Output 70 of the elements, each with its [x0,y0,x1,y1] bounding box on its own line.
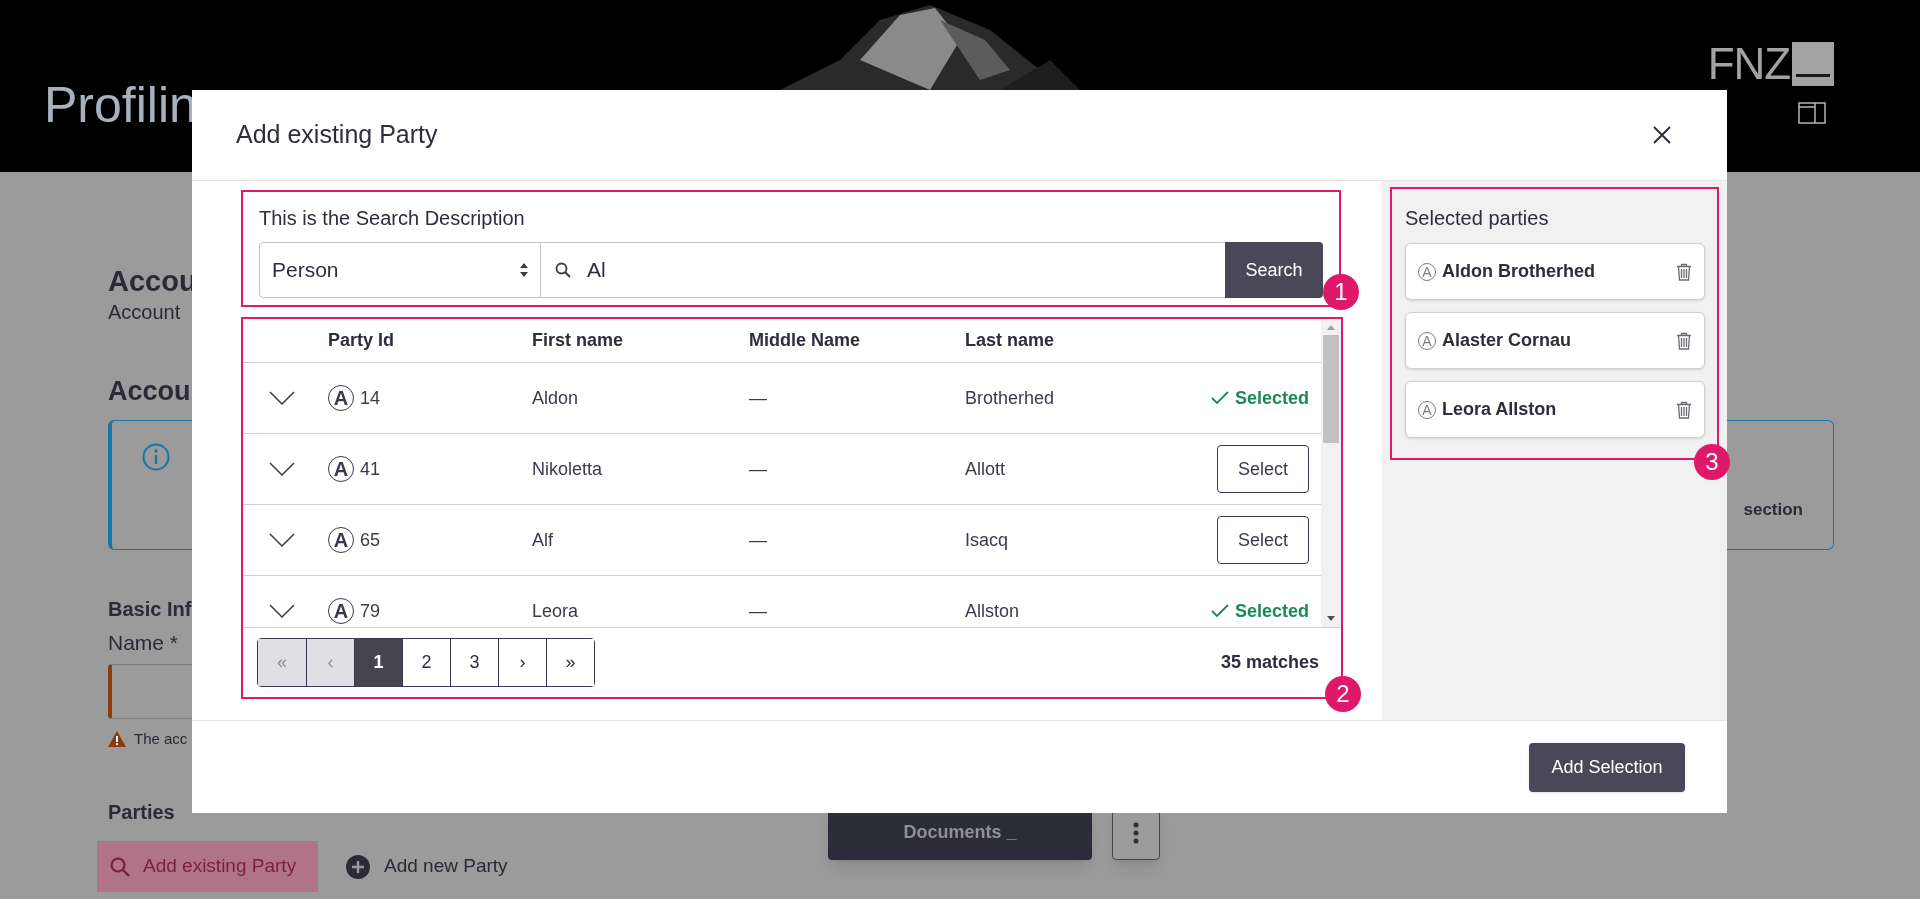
column-header: Last name [965,329,1056,352]
chevron-down-icon[interactable] [269,533,295,547]
scrollbar[interactable] [1321,319,1341,627]
callout-badge: 3 [1694,444,1730,480]
party-name: Alaster Cornau [1442,329,1572,352]
column-header: Middle Name [749,329,862,352]
panel-title: Selected parties [1405,206,1550,230]
table-cell-text: 14 [360,386,381,410]
search-icon [109,855,131,878]
page-subtitle: Account [108,300,181,325]
section-heading: Accou [108,375,191,408]
close-icon[interactable] [1653,126,1671,144]
info-text: section [1743,499,1803,521]
match-count: 35 matches [1220,651,1319,674]
selected-status: Selected [1234,386,1309,410]
panel-layout-icon[interactable] [1798,102,1826,124]
kebab-icon [1133,821,1139,844]
add-selection-button[interactable]: Add Selection [1529,742,1685,792]
table-cell-text: 65 [360,528,381,552]
table-cell-text: Nikoletta [532,457,604,481]
section-heading: Parties [108,800,175,825]
table-cell-text: — [749,528,768,552]
table-cell-text: Isacq [965,528,1010,552]
table-cell-text: 79 [360,599,381,623]
table-cell-text: Brotherhed [965,386,1056,410]
search-button[interactable]: Search [1225,242,1323,298]
chevron-down-icon[interactable] [269,462,295,476]
callout-badge: 2 [1325,676,1361,712]
selected-status: Selected [1234,599,1309,623]
table-cell-text: — [749,386,768,410]
page-button[interactable]: 1 [354,639,402,686]
page-button[interactable]: » [546,639,594,686]
chevron-down-icon[interactable] [269,391,295,405]
warning-text: The acc [134,729,188,749]
table-cell-text: Leora [532,599,580,623]
sort-arrows-icon [520,263,528,277]
party-name: Leora Allston [1442,398,1557,421]
search-description: This is the Search Description [259,206,526,230]
party-name: Aldon Brotherhed [1442,260,1595,283]
logo-mark-icon [1792,42,1834,86]
dialog-title: Add existing Party [236,119,438,151]
column-header: First name [532,329,625,352]
callout-badge: 1 [1323,274,1359,310]
check-icon [1210,604,1229,618]
search-field[interactable]: Al [541,242,1225,298]
chevron-down-icon[interactable] [269,604,295,618]
search-icon [555,262,571,278]
table-cell-text: Alf [532,528,554,552]
logo-text: FNZ [1707,42,1790,86]
add-new-party-button[interactable]: Add new Party [346,841,508,892]
table-cell-text: — [749,599,768,623]
page-title: Profilin [44,76,197,134]
warning-icon [108,731,126,747]
trash-icon[interactable] [1676,400,1692,419]
table-cell-text: 41 [360,457,381,481]
table-cell-text: Allston [965,599,1021,623]
table-cell-text: Allott [965,457,1007,481]
table-cell-text: Aldon [532,386,580,410]
column-header: Party Id [328,329,396,352]
select-button[interactable]: Select [1217,516,1309,564]
table-cell-text: — [749,457,768,481]
trash-icon[interactable] [1676,331,1692,350]
type-select[interactable]: Person [259,242,541,298]
plus-circle-icon [346,854,370,879]
info-icon [142,443,170,471]
check-icon [1210,391,1229,405]
trash-icon[interactable] [1676,262,1692,281]
section-heading: Basic Inf [108,597,192,622]
field-label: Name * [108,630,179,656]
select-button[interactable]: Select [1217,445,1309,493]
